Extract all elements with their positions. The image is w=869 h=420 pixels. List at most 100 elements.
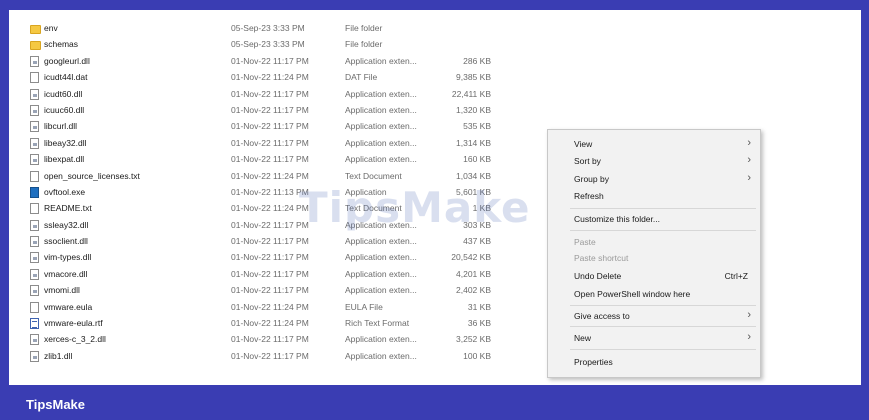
dll-file-icon <box>30 104 39 116</box>
file-row[interactable]: vmware.eula 01-Nov-22 11:24 PM EULA File 31… <box>9 300 529 316</box>
file-type: EULA File <box>345 301 383 312</box>
menu-item-new[interactable]: New › <box>548 330 760 346</box>
file-name: libexpat.dll <box>44 154 85 165</box>
file-date-modified: 01-Nov-22 11:17 PM <box>231 350 309 361</box>
menu-item-properties[interactable]: Properties <box>548 354 760 370</box>
menu-label: Properties <box>574 357 613 367</box>
file-size: 303 KB <box>463 219 491 230</box>
file-row[interactable]: zlib1.dll 01-Nov-22 11:17 PM Application e… <box>9 349 529 365</box>
file-size: 31 KB <box>467 301 491 312</box>
file-list: env 05-Sep-23 3:33 PM File folder schemas 05… <box>9 21 529 365</box>
menu-item-give-access[interactable]: Give access to › <box>548 308 760 324</box>
file-type: Application exten... <box>345 219 417 230</box>
file-name: vmware-eula.rtf <box>44 318 103 329</box>
dll-file-icon <box>30 55 39 67</box>
menu-label: Group by <box>574 174 609 184</box>
dll-file-icon <box>30 334 39 346</box>
menu-item-refresh[interactable]: Refresh <box>548 188 760 204</box>
file-name: icuuc60.dll <box>44 104 85 115</box>
folder-icon <box>30 41 41 51</box>
file-row[interactable]: libexpat.dll 01-Nov-22 11:17 PM Applicatio… <box>9 152 529 168</box>
file-row[interactable]: googleurl.dll 01-Nov-22 11:17 PM Applicati… <box>9 54 529 70</box>
file-row[interactable]: vim-types.dll 01-Nov-22 11:17 PM Applicati… <box>9 250 529 266</box>
menu-item-paste-shortcut: Paste shortcut <box>548 250 760 266</box>
file-size: 5,601 KB <box>456 186 491 197</box>
menu-item-customize-folder[interactable]: Customize this folder... <box>548 211 760 227</box>
chevron-right-icon: › <box>747 331 751 343</box>
file-date-modified: 01-Nov-22 11:17 PM <box>231 154 309 165</box>
file-size: 286 KB <box>463 55 491 66</box>
menu-item-undo-delete[interactable]: Undo Delete Ctrl+Z <box>548 268 760 284</box>
chevron-right-icon: › <box>747 309 751 321</box>
file-row[interactable]: open_source_licenses.txt 01-Nov-22 11:24 … <box>9 169 529 185</box>
file-size: 9,385 KB <box>456 72 491 83</box>
file-type: Application exten... <box>345 236 417 247</box>
file-row[interactable]: icuuc60.dll 01-Nov-22 11:17 PM Application… <box>9 103 529 119</box>
file-row[interactable]: vmomi.dll 01-Nov-22 11:17 PM Application e… <box>9 283 529 299</box>
file-row[interactable]: ssleay32.dll 01-Nov-22 11:17 PM Applicatio… <box>9 218 529 234</box>
file-type: Application exten... <box>345 350 417 361</box>
file-row[interactable]: xerces-c_3_2.dll 01-Nov-22 11:17 PM Applic… <box>9 332 529 348</box>
file-name: README.txt <box>44 203 92 214</box>
menu-label: Sort by <box>574 156 601 166</box>
file-type: Text Document <box>345 203 402 214</box>
file-type: Application exten... <box>345 334 417 345</box>
menu-label: Refresh <box>574 191 604 201</box>
file-name: zlib1.dll <box>44 350 73 361</box>
file-type: Application exten... <box>345 252 417 263</box>
file-date-modified: 05-Sep-23 3:33 PM <box>231 23 305 33</box>
file-row[interactable]: icudt60.dll 01-Nov-22 11:17 PM Application… <box>9 87 529 103</box>
file-row[interactable]: vmware-eula.rtf 01-Nov-22 11:24 PM Rich Te… <box>9 316 529 332</box>
file-row[interactable]: libeay32.dll 01-Nov-22 11:17 PM Applicatio… <box>9 136 529 152</box>
menu-separator <box>570 208 756 209</box>
file-date-modified: 05-Sep-23 3:33 PM <box>231 39 305 50</box>
file-date-modified: 01-Nov-22 11:17 PM <box>231 236 309 247</box>
dll-file-icon <box>30 236 39 248</box>
dll-file-icon <box>30 219 39 231</box>
file-row[interactable]: vmacore.dll 01-Nov-22 11:17 PM Application… <box>9 267 529 283</box>
file-row[interactable]: ssoclient.dll 01-Nov-22 11:17 PM Applicati… <box>9 234 529 250</box>
menu-item-open-powershell[interactable]: Open PowerShell window here <box>548 286 760 302</box>
file-date-modified: 01-Nov-22 11:17 PM <box>231 285 309 296</box>
menu-item-sort-by[interactable]: Sort by › <box>548 153 760 169</box>
file-date-modified: 01-Nov-22 11:17 PM <box>231 137 309 148</box>
file-row[interactable]: ovftool.exe 01-Nov-22 11:13 PM Application… <box>9 185 529 201</box>
menu-separator <box>570 305 756 306</box>
file-date-modified: 01-Nov-22 11:17 PM <box>231 104 309 115</box>
rtf-file-icon <box>30 318 39 330</box>
file-date-modified: 01-Nov-22 11:17 PM <box>231 334 309 345</box>
file-size: 1,320 KB <box>456 104 491 115</box>
file-name: schemas <box>44 39 79 50</box>
file-row[interactable]: icudt44l.dat 01-Nov-22 11:24 PM DAT File 9,… <box>9 70 529 86</box>
file-size: 437 KB <box>463 236 491 247</box>
file-name: libcurl.dll <box>44 121 78 132</box>
file-date-modified: 01-Nov-22 11:24 PM <box>231 318 309 329</box>
file-type: File folder <box>345 39 383 50</box>
file-name: vmomi.dll <box>44 285 80 296</box>
file-date-modified: 01-Nov-22 11:17 PM <box>231 252 309 263</box>
file-row[interactable]: README.txt 01-Nov-22 11:24 PM Text Documen… <box>9 201 529 217</box>
file-date-modified: 01-Nov-22 11:24 PM <box>231 203 309 214</box>
menu-label: Undo Delete <box>574 271 622 281</box>
file-row[interactable]: env 05-Sep-23 3:33 PM File folder <box>9 21 529 37</box>
file-type: Application exten... <box>345 55 417 66</box>
file-name: libeay32.dll <box>44 137 87 148</box>
file-name: ssleay32.dll <box>44 219 89 230</box>
dll-file-icon <box>30 350 39 362</box>
file-name: vmware.eula <box>44 301 93 312</box>
menu-label: Open PowerShell window here <box>574 289 691 299</box>
brand-label: TipsMake <box>26 397 86 412</box>
menu-item-group-by[interactable]: Group by › <box>548 171 760 187</box>
menu-separator <box>570 326 756 327</box>
file-date-modified: 01-Nov-22 11:17 PM <box>231 88 309 99</box>
file-size: 20,542 KB <box>451 252 491 263</box>
menu-item-view[interactable]: View › <box>548 136 760 152</box>
keyboard-shortcut: Ctrl+Z <box>724 271 748 281</box>
file-name: ovftool.exe <box>44 186 86 197</box>
file-name: googleurl.dll <box>44 55 90 66</box>
menu-separator <box>570 349 756 350</box>
chevron-right-icon: › <box>747 137 751 149</box>
file-row[interactable]: libcurl.dll 01-Nov-22 11:17 PM Application… <box>9 119 529 135</box>
file-row[interactable]: schemas 05-Sep-23 3:33 PM File folder <box>9 37 529 53</box>
chevron-right-icon: › <box>747 172 751 184</box>
